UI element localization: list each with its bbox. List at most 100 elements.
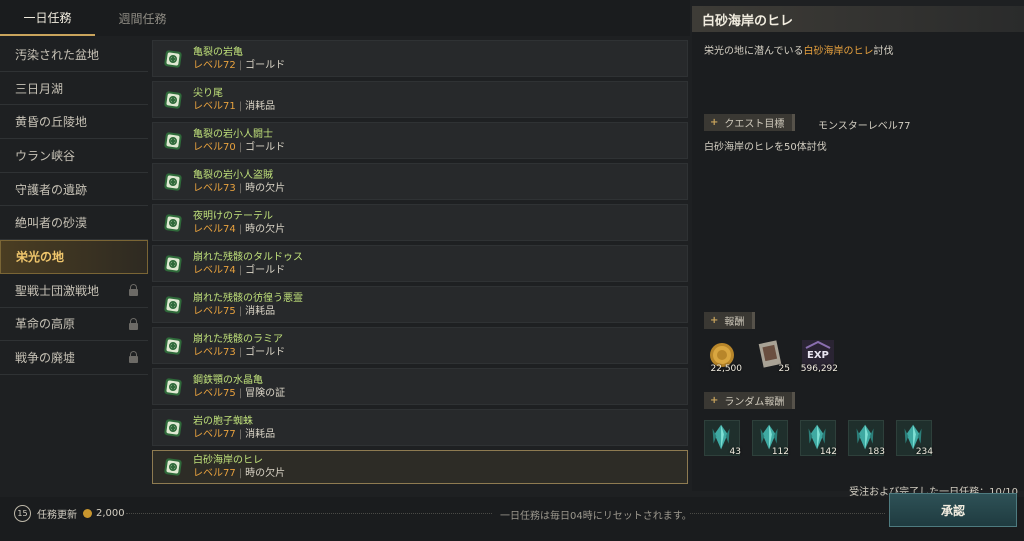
- quest-detail-title: 白砂海岸のヒレ: [692, 6, 1024, 32]
- quest-row[interactable]: 崩れた残骸のタルドゥス レベル74 | ゴールド: [152, 245, 688, 282]
- sidebar-item-label: 黄昏の丘陵地: [15, 115, 88, 130]
- daily-quest-icon: [163, 457, 183, 477]
- quest-name: 崩れた残骸のタルドゥス: [193, 251, 303, 263]
- sidebar-item-label: 栄光の地: [16, 250, 65, 265]
- sidebar-item-screamer-desert[interactable]: 絶叫者の砂漠: [0, 206, 148, 241]
- quest-row[interactable]: 岩の胞子蜘蛛 レベル77 | 消耗品: [152, 409, 688, 446]
- crystal-shard-icon[interactable]: 234: [896, 420, 933, 457]
- sidebar-item-label: 聖戦士団激戦地: [15, 283, 100, 298]
- crystal-shard-icon[interactable]: 142: [800, 420, 837, 457]
- sidebar-item-crescent-lake[interactable]: 三日月湖: [0, 72, 148, 106]
- quest-reward-type: ゴールド: [245, 264, 286, 276]
- sidebar-item-revolution-plateau[interactable]: 革命の高原: [0, 308, 148, 342]
- sidebar-item-label: 守護者の遺跡: [15, 182, 88, 197]
- separator: |: [238, 428, 243, 440]
- daily-quest-icon: [163, 49, 183, 69]
- quest-meta: レベル77 | 時の欠片: [193, 467, 285, 480]
- crystal-shard-icon[interactable]: 112: [752, 420, 789, 457]
- sidebar-item-twilight-hills[interactable]: 黄昏の丘陵地: [0, 105, 148, 140]
- quest-name: 尖り尾: [193, 87, 223, 99]
- exp-label: EXP: [807, 350, 829, 361]
- sidebar-item-guardian-ruins[interactable]: 守護者の遺跡: [0, 173, 148, 207]
- refresh-label: 任務更新: [37, 510, 77, 521]
- quest-reward-type: 時の欠片: [245, 468, 286, 479]
- sidebar-item-label: 汚染された盆地: [15, 47, 100, 62]
- sidebar-item-label: 戦争の廃墟: [15, 351, 76, 366]
- quest-list: 亀裂の岩亀 レベル72 | ゴールド 尖り尾 レベル71 | 消耗品亀裂の岩小人闘士 レベル70…: [152, 40, 688, 488]
- reward-label: 報酬: [724, 317, 745, 328]
- quest-name: 亀裂の岩亀: [193, 46, 243, 58]
- reward-count: 22,500: [710, 364, 743, 374]
- quest-text: 崩れた残骸のラミア レベル73 | ゴールド: [193, 333, 285, 359]
- plus-icon: +: [710, 315, 719, 326]
- sidebar-item-label: ウラン峡谷: [15, 148, 76, 163]
- separator: |: [238, 182, 243, 194]
- quest-row[interactable]: 亀裂の岩小人盗賊 レベル73 | 時の欠片: [152, 163, 688, 200]
- quest-row[interactable]: 鋼鉄顎の水晶亀 レベル75 | 冒険の証: [152, 368, 688, 405]
- reward-section-label: + 報酬: [704, 312, 756, 329]
- tab-daily[interactable]: 一日任務: [0, 0, 95, 36]
- region-sidebar: 汚染された盆地 三日月湖 黄昏の丘陵地 ウラン峡谷 守護者の遺跡 絶叫者の砂漠 …: [0, 38, 148, 375]
- quest-name: 鋼鉄顎の水晶亀: [193, 374, 263, 386]
- quest-row[interactable]: 崩れた残骸のラミア レベル73 | ゴールド: [152, 327, 688, 364]
- quest-level: レベル77: [193, 468, 236, 479]
- quest-row[interactable]: 白砂海岸のヒレ レベル77 | 時の欠片: [152, 450, 688, 484]
- quest-reward-type: 時の欠片: [245, 182, 286, 194]
- reward-count: 25: [778, 364, 790, 374]
- quest-reward-type: 冒険の証: [245, 387, 286, 399]
- reward-count: 183: [867, 447, 885, 457]
- description-text: 栄光の地に潜んでいる: [704, 46, 804, 57]
- quest-name: 崩れた残骸のラミア: [193, 333, 283, 345]
- quest-text: 崩れた残骸の彷徨う悪霊 レベル75 | 消耗品: [193, 292, 303, 318]
- scroll-card-icon[interactable]: 25: [752, 338, 790, 374]
- quest-refresh[interactable]: 15 任務更新 2,000: [14, 505, 125, 522]
- quest-row[interactable]: 亀裂の岩小人闘士 レベル70 | ゴールド: [152, 122, 688, 159]
- quest-meta: レベル75 | 冒険の証: [193, 387, 285, 400]
- monster-level: モンスターレベル77: [818, 121, 911, 132]
- crystal-shard-icon[interactable]: 183: [848, 420, 885, 457]
- gold-coin-icon: [83, 509, 92, 518]
- sidebar-item-polluted-basin[interactable]: 汚染された盆地: [0, 38, 148, 72]
- reward-count: 234: [915, 447, 933, 457]
- quest-level: レベル73: [193, 346, 236, 358]
- daily-quest-icon: [163, 172, 183, 192]
- sidebar-item-war-ruins[interactable]: 戦争の廃墟: [0, 341, 148, 375]
- daily-quest-icon: [163, 336, 183, 356]
- separator: |: [238, 346, 243, 358]
- crystal-shard-icon[interactable]: 43: [704, 420, 741, 457]
- description-target: 白砂海岸のヒレ: [803, 46, 874, 57]
- quest-text: 夜明けのテーテル レベル74 | 時の欠片: [193, 210, 285, 236]
- daily-quest-icon: [163, 418, 183, 438]
- quest-row[interactable]: 亀裂の岩亀 レベル72 | ゴールド: [152, 40, 688, 77]
- sidebar-item-uran-canyon[interactable]: ウラン峡谷: [0, 139, 148, 173]
- quest-row[interactable]: 尖り尾 レベル71 | 消耗品: [152, 81, 688, 118]
- quest-level: レベル77: [193, 428, 236, 440]
- sidebar-item-land-of-glory[interactable]: 栄光の地: [0, 240, 148, 274]
- exp-icon[interactable]: EXP 596,292: [800, 338, 838, 374]
- quest-level: レベル70: [193, 141, 236, 153]
- quest-meta: レベル77 | 消耗品: [193, 428, 275, 441]
- quest-row[interactable]: 夜明けのテーテル レベル74 | 時の欠片: [152, 204, 688, 241]
- quest-reward-type: 消耗品: [245, 305, 276, 317]
- sidebar-item-label: 三日月湖: [15, 81, 64, 96]
- quest-name: 夜明けのテーテル: [193, 210, 273, 222]
- quest-text: 岩の胞子蜘蛛 レベル77 | 消耗品: [193, 415, 275, 441]
- plus-icon: +: [710, 395, 719, 406]
- tab-bar: 一日任務 週間任務: [0, 0, 690, 36]
- quest-level: レベル73: [193, 182, 236, 194]
- quest-description: 栄光の地に潜んでいる白砂海岸のヒレ討伐: [704, 42, 894, 57]
- reset-note: 一日任務は毎日04時にリセットされます。: [500, 511, 692, 522]
- accept-button[interactable]: 承認: [889, 493, 1017, 527]
- quest-reward-type: ゴールド: [245, 346, 286, 358]
- random-reward-list: 43 112 142 183 234: [704, 420, 933, 457]
- quest-row[interactable]: 崩れた残骸の彷徨う悪霊 レベル75 | 消耗品: [152, 286, 688, 323]
- quest-text: 尖り尾 レベル71 | 消耗品: [193, 87, 275, 113]
- lock-icon: [129, 351, 138, 364]
- sidebar-item-crusader-battlefield[interactable]: 聖戦士団激戦地: [0, 274, 148, 308]
- quest-text: 亀裂の岩亀 レベル72 | ゴールド: [193, 46, 285, 72]
- quest-name: 亀裂の岩小人盗賊: [193, 169, 273, 181]
- divider: [126, 513, 492, 514]
- tab-weekly[interactable]: 週間任務: [95, 0, 190, 36]
- random-reward-label: ランダム報酬: [724, 397, 785, 408]
- gold-coin-icon[interactable]: 22,500: [704, 338, 743, 374]
